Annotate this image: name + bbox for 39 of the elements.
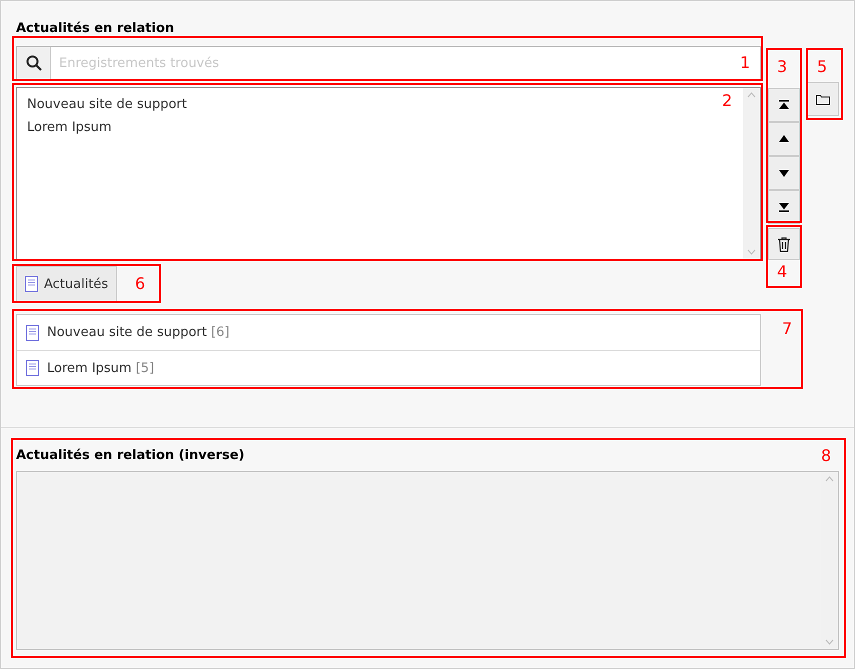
move-down-icon — [778, 168, 790, 178]
annotation-frame — [766, 225, 802, 288]
search-button[interactable] — [17, 47, 51, 79]
move-bottom-button[interactable] — [768, 190, 800, 224]
record-icon — [26, 324, 39, 340]
annotation-number: 8 — [821, 447, 832, 465]
scrollbar[interactable] — [743, 88, 760, 259]
record-icon — [25, 276, 38, 292]
move-bottom-icon — [778, 202, 790, 212]
chevron-up-icon — [747, 92, 756, 98]
move-down-button[interactable] — [768, 156, 800, 190]
move-top-icon — [778, 100, 790, 110]
move-up-button[interactable] — [768, 122, 800, 156]
field-title: Actualités en relation — [16, 20, 174, 38]
list-option[interactable]: Lorem Ipsum — [27, 120, 112, 135]
trash-icon — [778, 236, 790, 252]
search-icon — [26, 55, 42, 71]
annotation-frame — [806, 48, 843, 120]
chevron-down-icon — [747, 249, 756, 255]
annotation-number: 5 — [817, 58, 828, 76]
annotation-number: 2 — [722, 92, 732, 110]
move-up-icon — [778, 134, 790, 144]
field-title: Actualités en relation (inverse) — [16, 447, 245, 465]
annotation-number: 6 — [135, 275, 146, 293]
record-icon — [26, 360, 39, 376]
annotation-number: 4 — [777, 263, 788, 281]
annotation-number: 3 — [777, 58, 788, 76]
move-top-button[interactable] — [768, 88, 800, 122]
annotation-number: 1 — [740, 54, 750, 72]
delete-button[interactable] — [768, 228, 800, 260]
add-record-button[interactable]: Actualités — [16, 266, 118, 302]
browse-button[interactable] — [807, 82, 839, 116]
result-item[interactable]: Lorem Ipsum [5] — [47, 360, 154, 376]
result-item[interactable]: Nouveau site de support [6] — [47, 325, 230, 340]
chevron-up-icon — [825, 476, 834, 482]
folder-icon — [816, 94, 830, 104]
chevron-down-icon — [825, 639, 834, 645]
annotation-number: 7 — [782, 320, 792, 338]
list-option[interactable]: Nouveau site de support — [27, 97, 187, 112]
